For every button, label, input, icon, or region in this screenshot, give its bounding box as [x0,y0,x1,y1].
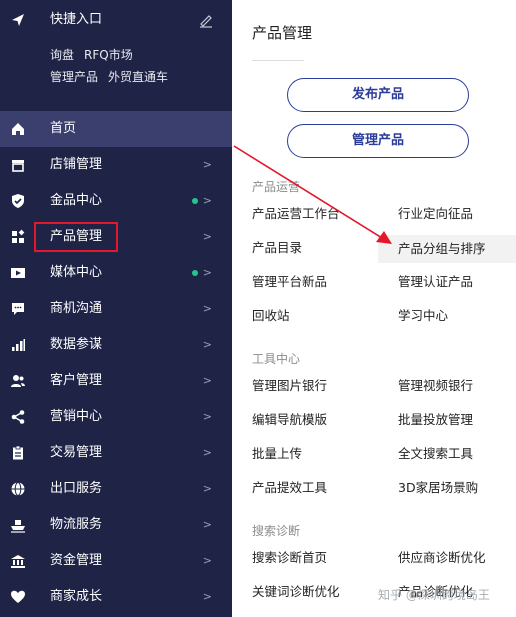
quick-link-manage-products[interactable]: 管理产品 [50,70,98,84]
sidebar-item-label: 交易管理 [50,445,103,460]
sidebar-item-logistics[interactable]: 物流服务 > [0,507,232,543]
sidebar-item-label: 首页 [50,121,77,136]
sidebar-item-media[interactable]: 媒体中心 > [0,255,232,291]
chevron-right-icon: > [202,194,212,207]
send-icon [12,14,24,26]
sidebar-item-products[interactable]: 产品管理 > [0,219,232,255]
quick-links: 询盘 RFQ市场 管理产品 外贸直通车 [50,44,230,88]
sidebar-item-trade[interactable]: 交易管理 > [0,435,232,471]
sidebar-item-label: 媒体中心 [50,265,103,280]
store-icon [12,160,24,172]
sidebar-item-export[interactable]: 出口服务 > [0,471,232,507]
link-batch-upload[interactable]: 批量上传 [252,444,302,464]
sidebar-item-label: 资金管理 [50,553,103,568]
quick-link-p4p[interactable]: 外贸直通车 [108,70,168,84]
link-industry-sourcing[interactable]: 行业定向征品 [398,204,473,224]
chevron-right-icon: > [202,410,212,423]
bank-icon [11,555,25,568]
sidebar-item-label: 客户管理 [50,373,103,388]
chevron-right-icon: > [202,590,212,603]
sidebar-item-marketing[interactable]: 营销中心 > [0,399,232,435]
sidebar-item-label: 店铺管理 [50,157,103,172]
sidebar-item-label: 物流服务 [50,517,103,532]
chevron-right-icon: > [202,158,212,171]
link-3d-home-scene[interactable]: 3D家居场景购 [398,478,478,498]
link-product-grouping-sorting[interactable]: 产品分组与排序 [378,235,516,263]
sidebar-nav: 首页 店铺管理 > 金品中心 > 产品管理 > 媒体中心 > 商机沟通 > 数据… [0,111,232,615]
quick-entry-header: 快捷入口 [10,10,222,30]
link-operations-workbench[interactable]: 产品运营工作台 [252,204,340,224]
sidebar-item-home[interactable]: 首页 [0,111,232,147]
quick-entry-title: 快捷入口 [50,12,103,27]
link-video-bank[interactable]: 管理视频银行 [398,376,473,396]
sidebar-item-label: 金品中心 [50,193,103,208]
quick-entry-section: 快捷入口 询盘 RFQ市场 管理产品 外贸直通车 [0,0,232,100]
link-recycle-bin[interactable]: 回收站 [252,306,290,326]
sidebar-item-label: 产品管理 [50,229,103,244]
chevron-right-icon: > [202,266,212,279]
sidebar-item-label: 商机沟通 [50,301,103,316]
ship-icon [11,520,25,533]
link-image-bank[interactable]: 管理图片银行 [252,376,327,396]
status-dot [192,270,198,276]
sidebar: 快捷入口 询盘 RFQ市场 管理产品 外贸直通车 首页 店铺管理 > 金品中心 … [0,0,232,617]
publish-product-button[interactable]: 发布产品 [287,78,469,112]
sidebar-item-label: 出口服务 [50,481,103,496]
sidebar-item-store[interactable]: 店铺管理 > [0,147,232,183]
video-icon [11,268,25,278]
link-nav-template[interactable]: 编辑导航模版 [252,410,327,430]
link-efficiency-tools[interactable]: 产品提效工具 [252,478,327,498]
link-product-catalog[interactable]: 产品目录 [252,238,302,258]
sidebar-item-business-chat[interactable]: 商机沟通 > [0,291,232,327]
chevron-right-icon: > [202,554,212,567]
panel-divider [252,60,304,61]
link-search-diagnosis-home[interactable]: 搜索诊断首页 [252,548,327,568]
globe-icon [11,482,25,496]
sidebar-item-growth[interactable]: 商家成长 > [0,579,232,615]
quick-link-inquiry[interactable]: 询盘 [50,48,74,62]
sidebar-item-data[interactable]: 数据参谋 > [0,327,232,363]
section-title-operations: 产品运营 [252,180,301,194]
edit-icon[interactable] [198,12,214,28]
chevron-right-icon: > [202,374,212,387]
chevron-right-icon: > [202,518,212,531]
users-icon [11,375,25,387]
status-dot [192,198,198,204]
sidebar-item-funds[interactable]: 资金管理 > [0,543,232,579]
sidebar-item-gold[interactable]: 金品中心 > [0,183,232,219]
chat-icon [12,303,24,315]
product-management-panel: 产品管理 发布产品 管理产品 产品运营 产品运营工作台 行业定向征品 产品目录 … [232,0,516,617]
shield-icon [12,194,24,208]
home-icon [12,123,24,135]
link-certified-products[interactable]: 管理认证产品 [398,272,473,292]
section-title-tools: 工具中心 [252,352,301,366]
link-platform-new-products[interactable]: 管理平台新品 [252,272,327,292]
sidebar-item-label: 营销中心 [50,409,103,424]
heart-icon [11,590,25,603]
clipboard-icon [13,445,23,460]
chevron-right-icon: > [202,338,212,351]
apps-icon [12,229,25,243]
section-title-search-diagnosis: 搜索诊断 [252,524,301,538]
panel-title: 产品管理 [252,24,313,42]
link-keyword-diagnosis[interactable]: 关键词诊断优化 [252,582,340,602]
chevron-right-icon: > [202,446,212,459]
sidebar-item-customers[interactable]: 客户管理 > [0,363,232,399]
share-icon [11,410,25,424]
chevron-right-icon: > [202,302,212,315]
sidebar-item-label: 商家成长 [50,589,103,604]
watermark: 知乎 @深圳跨境岛王 [378,588,490,602]
chart-icon [12,339,25,351]
chevron-right-icon: > [202,482,212,495]
link-supplier-diagnosis[interactable]: 供应商诊断优化 [398,548,486,568]
link-batch-placement[interactable]: 批量投放管理 [398,410,473,430]
manage-products-button[interactable]: 管理产品 [287,124,469,158]
quick-link-rfq[interactable]: RFQ市场 [84,48,133,62]
link-full-text-search[interactable]: 全文搜索工具 [398,444,473,464]
sidebar-item-label: 数据参谋 [50,337,103,352]
chevron-right-icon: > [202,230,212,243]
link-learning-center[interactable]: 学习中心 [398,306,448,326]
